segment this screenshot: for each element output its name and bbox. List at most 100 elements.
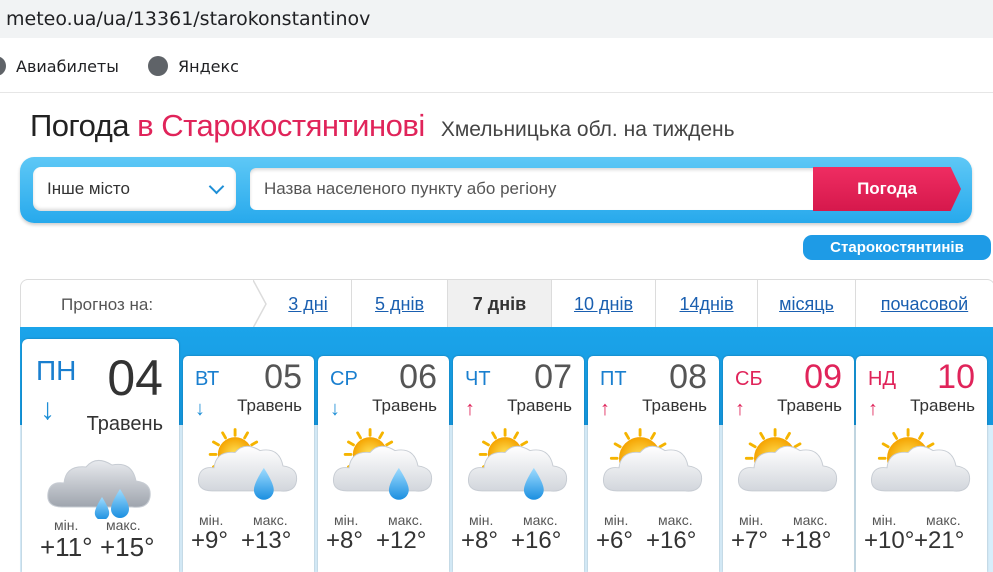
tab-5-days[interactable]: 5 днів (351, 280, 447, 328)
title-city: в Старокостянтинові (137, 108, 425, 143)
page-title: Погода в Старокостянтинові Хмельницька о… (30, 108, 735, 144)
max-temp: +12° (376, 527, 427, 554)
search-bar: Інше місто Погода (20, 157, 972, 223)
min-label: мін. (469, 512, 494, 528)
day-card[interactable]: ПН 04 Травень ↓ мін. макс. +11° +15° (22, 339, 179, 572)
min-temp: +9° (191, 527, 228, 554)
day-date: 10 (937, 358, 975, 396)
day-date: 08 (669, 358, 707, 396)
min-label: мін. (334, 512, 359, 528)
arrow-down-icon: ↓ (40, 393, 55, 426)
day-name: ПТ (600, 368, 627, 390)
day-month: Травень (642, 396, 707, 415)
arrow-up-icon: ↑ (868, 398, 878, 420)
tab-3-days[interactable]: 3 дні (265, 280, 351, 328)
max-label: макс. (523, 512, 558, 528)
day-name: СБ (735, 368, 763, 390)
min-label: мін. (604, 512, 629, 528)
cloud-rain-icon (47, 460, 151, 519)
search-button[interactable]: Погода (813, 167, 961, 211)
address-bar[interactable]: meteo.ua/ua/13361/starokonstantinov (0, 0, 993, 38)
search-input[interactable] (250, 168, 820, 210)
day-date: 06 (399, 358, 437, 396)
sun-cloud-rain-icon (467, 428, 568, 500)
day-month: Травень (777, 396, 842, 415)
day-name: ЧТ (465, 368, 491, 390)
tab-10-days[interactable]: 10 днів (551, 280, 655, 328)
max-temp: +16° (511, 527, 562, 554)
day-date: 04 (107, 350, 163, 406)
tab-14-days[interactable]: 14днів (655, 280, 757, 328)
sun-cloud-icon (737, 428, 838, 492)
max-label: макс. (926, 512, 961, 528)
min-label: мін. (872, 512, 897, 528)
day-date: 09 (804, 358, 842, 396)
bookmark-yandex[interactable]: Яндекс (148, 56, 239, 76)
min-label: мін. (739, 512, 764, 528)
arrow-up-icon: ↑ (735, 398, 745, 420)
city-tag[interactable]: Старокостянтинів (803, 235, 991, 260)
max-temp: +21° (914, 527, 965, 554)
sun-cloud-icon (870, 428, 971, 492)
tab-month[interactable]: місяць (757, 280, 855, 328)
title-prefix: Погода (30, 108, 130, 143)
min-temp: +11° (40, 532, 93, 562)
tabs-label: Прогноз на: (61, 295, 154, 314)
day-name: СР (330, 368, 358, 390)
day-card[interactable]: ВТ 05 Травень ↓ мін. макс. +9° +13° (183, 356, 314, 572)
forecast-tabs: Прогноз на: 3 дні 5 днів 7 днів 10 днів … (20, 279, 993, 328)
bookmark-label: Авиабилеты (16, 56, 119, 76)
max-temp: +18° (781, 527, 832, 554)
arrow-up-icon: ↑ (465, 398, 475, 420)
day-date: 05 (264, 358, 302, 396)
bookmark-label: Яндекс (178, 56, 239, 76)
city-select-label: Інше місто (47, 179, 130, 198)
max-temp: +16° (646, 527, 697, 554)
max-temp: +15° (100, 532, 155, 562)
max-label: макс. (793, 512, 828, 528)
day-card[interactable]: ПТ 08 Травень ↑ мін. макс. +6° +16° (588, 356, 719, 572)
city-select[interactable]: Інше місто (33, 167, 236, 211)
day-card[interactable]: ЧТ 07 Травень ↑ мін. макс. +8° +16° (453, 356, 584, 572)
day-date: 07 (534, 358, 572, 396)
day-name: НД (868, 368, 896, 390)
day-card[interactable]: НД 10 Травень ↑ мін. макс. +10° +21° (856, 356, 987, 572)
tab-7-days[interactable]: 7 днів (447, 280, 551, 328)
min-label: мін. (199, 512, 224, 528)
min-label: мін. (54, 517, 79, 533)
sun-cloud-rain-icon (197, 428, 298, 500)
max-temp: +13° (241, 527, 292, 554)
url-text[interactable]: meteo.ua/ua/13361/starokonstantinov (6, 8, 370, 30)
day-month: Травень (86, 413, 163, 435)
sun-cloud-rain-icon (332, 428, 433, 500)
tab-hourly[interactable]: почасовой (855, 280, 993, 328)
max-label: макс. (658, 512, 693, 528)
day-card[interactable]: СБ 09 Травень ↑ мін. макс. +7° +18° (723, 356, 854, 572)
chevron-down-icon (208, 178, 225, 195)
day-month: Травень (237, 396, 302, 415)
min-temp: +7° (731, 527, 768, 554)
arrow-up-icon: ↑ (600, 398, 610, 420)
min-temp: +10° (864, 527, 915, 554)
sun-cloud-icon (602, 428, 703, 492)
arrow-down-icon: ↓ (330, 398, 340, 420)
max-label: макс. (106, 517, 141, 533)
title-region: Хмельницька обл. на тиждень (440, 118, 735, 141)
bookmarks-bar: Авиабилеты Яндекс (0, 38, 993, 93)
globe-icon (0, 56, 6, 76)
min-temp: +8° (461, 527, 498, 554)
min-temp: +8° (326, 527, 363, 554)
day-month: Травень (372, 396, 437, 415)
day-name: ПН (36, 355, 77, 386)
arrow-down-icon: ↓ (195, 398, 205, 420)
globe-icon (148, 56, 168, 76)
day-month: Травень (910, 396, 975, 415)
bookmark-aviabilety[interactable]: Авиабилеты (0, 56, 119, 76)
day-name: ВТ (195, 368, 220, 390)
min-temp: +6° (596, 527, 633, 554)
max-label: макс. (253, 512, 288, 528)
max-label: макс. (388, 512, 423, 528)
day-card[interactable]: СР 06 Травень ↓ мін. макс. +8° +12° (318, 356, 449, 572)
day-month: Травень (507, 396, 572, 415)
forecast-strip: ПН 04 Травень ↓ мін. макс. +11° +15° ВТ 05 Травень… (20, 327, 993, 572)
